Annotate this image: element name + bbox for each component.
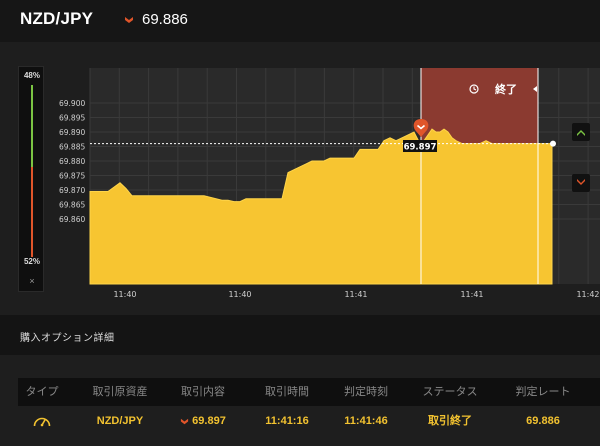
- cell-trade-time: 11:41:16: [265, 415, 309, 427]
- x-tick-label: 11:41: [460, 290, 483, 299]
- down-arrow-icon: [125, 16, 133, 23]
- cell-judge-time: 11:41:46: [344, 415, 388, 427]
- price-chart[interactable]: 69.900 69.895 69.890 69.885 69.880 69.875 69.8…: [0, 42, 600, 315]
- y-tick-label: 69.890: [59, 128, 85, 137]
- up-chevron-icon: [577, 130, 585, 136]
- table-row[interactable]: NZD/JPY 69.897 11:41:16 11:41:46 取引終了 69…: [18, 406, 600, 446]
- x-tick-label: 11:40: [113, 290, 136, 299]
- cell-asset: NZD/JPY: [96, 415, 144, 427]
- gauge-close-icon[interactable]: ×: [19, 276, 45, 286]
- col-header-status: ステータス: [422, 386, 478, 398]
- section-header: 購入オプション詳細: [0, 315, 600, 355]
- section-title: 購入オプション詳細: [20, 333, 115, 344]
- cell-status: 取引終了: [428, 415, 472, 427]
- col-header-type: タイプ: [25, 386, 59, 398]
- current-rate: 69.886: [142, 11, 188, 28]
- down-chevron-icon: [577, 179, 585, 185]
- down-arrow-icon: [181, 418, 189, 424]
- y-tick-label: 69.860: [59, 215, 85, 224]
- pair-title: NZD/JPY: [20, 9, 94, 28]
- y-tick-label: 69.885: [59, 143, 85, 152]
- x-tick-label: 11:40: [228, 290, 251, 299]
- cell-entry-rate: 69.897: [192, 415, 226, 427]
- x-tick-label: 11:42: [576, 290, 599, 299]
- entry-label: 69.897: [404, 143, 437, 153]
- buy-up-button[interactable]: [572, 123, 590, 141]
- col-header-judge-rate: 判定レート: [515, 386, 571, 398]
- y-tick-label: 69.900: [59, 99, 85, 108]
- col-header-asset: 取引原資産: [92, 386, 148, 398]
- col-header-trade-time: 取引時間: [265, 386, 309, 398]
- y-tick-label: 69.895: [59, 114, 85, 123]
- current-rate-display: 69.886: [124, 11, 188, 28]
- col-header-direction: 取引内容: [181, 386, 225, 398]
- gauge-icon: [33, 417, 51, 427]
- cell-direction: 69.897: [168, 406, 238, 436]
- y-tick-label: 69.875: [59, 172, 85, 181]
- cell-type: [18, 406, 66, 436]
- gauge-top-pct: 48%: [23, 71, 40, 80]
- y-tick-label: 69.870: [59, 186, 85, 195]
- y-tick-label: 69.865: [59, 201, 85, 210]
- cell-judge-rate: 69.886: [526, 415, 560, 427]
- gauge-bottom-pct: 52%: [23, 257, 40, 266]
- col-header-judge-time: 判定時刻: [344, 386, 388, 398]
- expiry-text: 終了: [495, 82, 517, 96]
- y-axis: 69.900 69.895 69.890 69.885 69.880 69.875 69.8…: [59, 99, 85, 224]
- x-tick-label: 11:41: [344, 290, 367, 299]
- sentiment-gauge: 48% 52% ×: [18, 66, 44, 292]
- table-header: タイプ 取引原資産 取引内容 取引時間 判定時刻 ステータス 判定レート: [18, 378, 600, 406]
- current-rate-dot: [550, 140, 556, 147]
- buy-down-button[interactable]: [572, 174, 590, 192]
- y-tick-label: 69.880: [59, 157, 85, 166]
- gauge-down-bar: [31, 167, 33, 257]
- header-bar: NZD/JPY 69.886: [0, 0, 600, 42]
- gauge-up-bar: [31, 85, 33, 167]
